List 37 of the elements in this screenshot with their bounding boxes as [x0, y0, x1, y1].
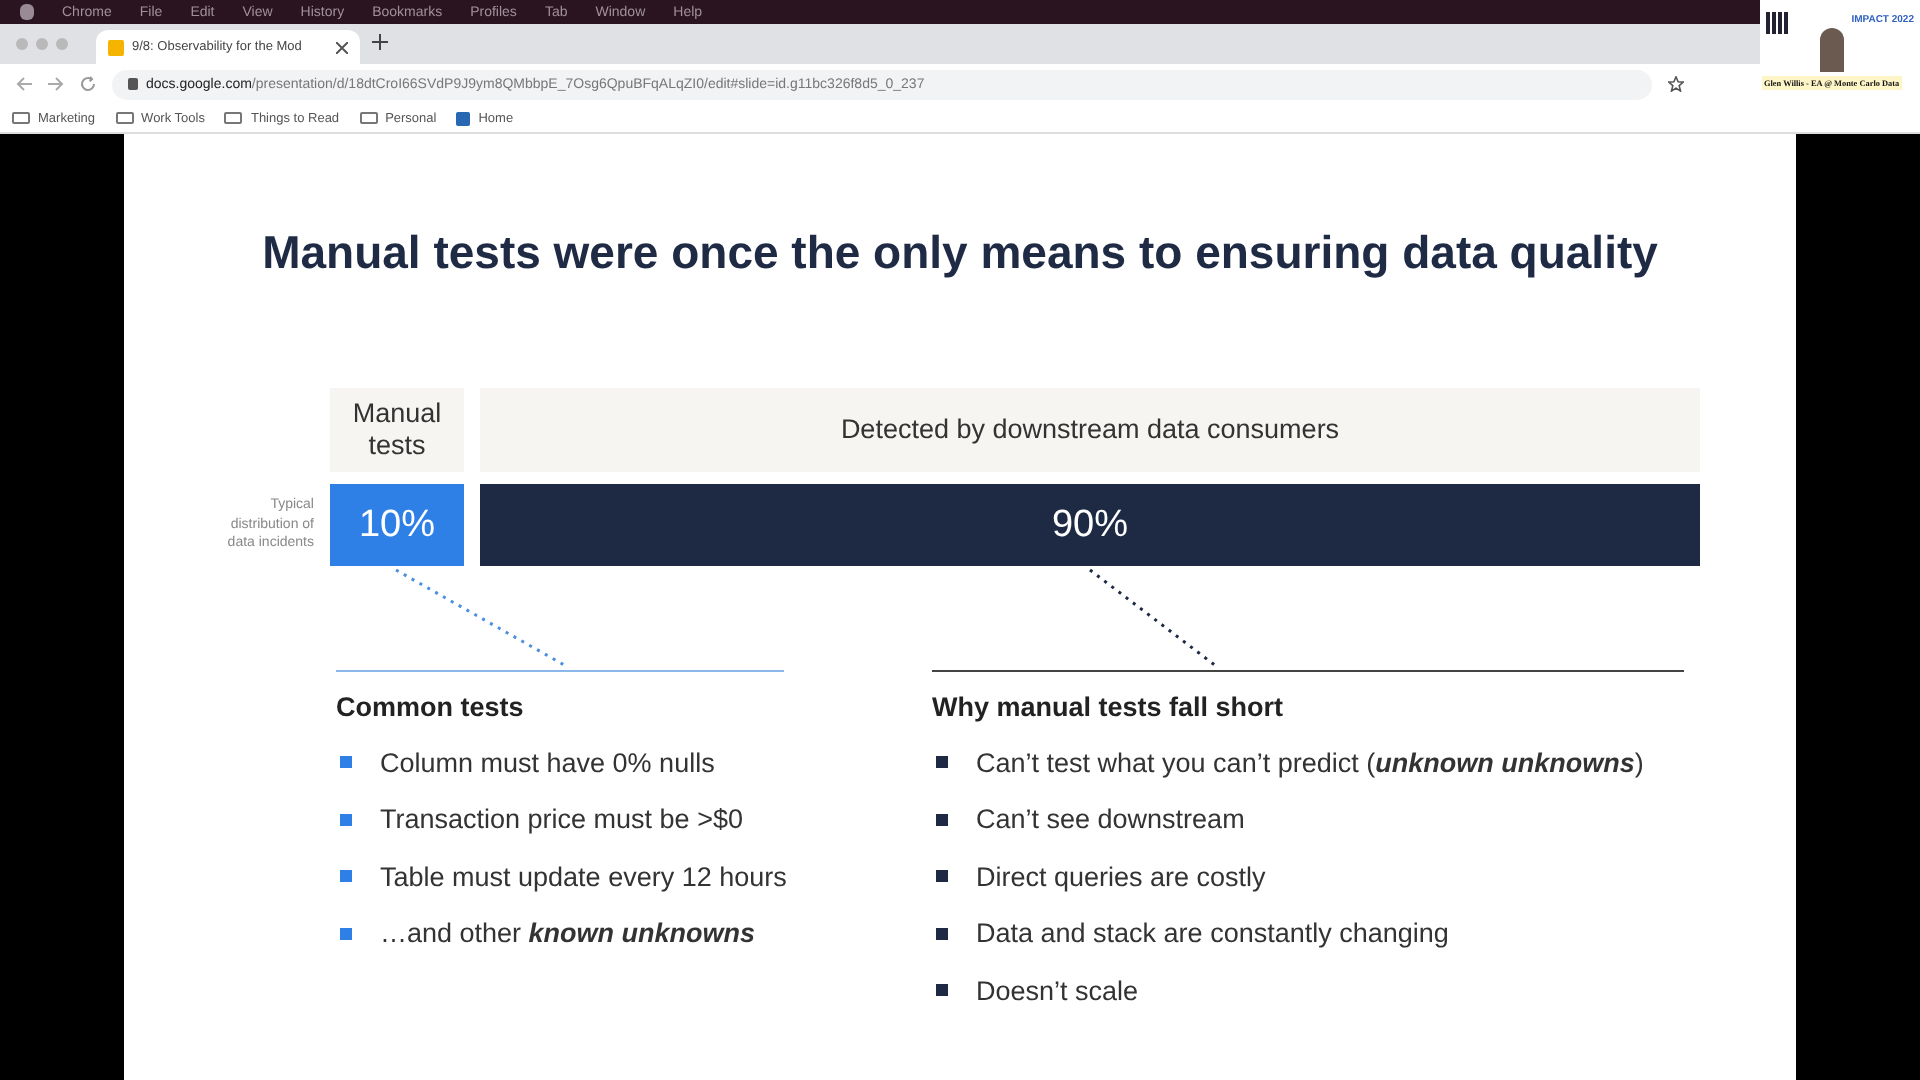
distribution-bar: 10%	[330, 484, 464, 566]
close-icon[interactable]	[336, 41, 348, 53]
bullet-icon	[936, 756, 948, 769]
back-icon[interactable]	[16, 76, 32, 92]
column-heading: Why manual tests fall short	[932, 692, 1286, 722]
bullet-text: Data and stack are constantly changing	[976, 918, 1449, 949]
bullet-icon	[936, 813, 948, 826]
person-silhouette	[1820, 28, 1844, 72]
segment-header: Detected by downstream data consumers	[480, 388, 1700, 472]
column-heading: Common tests	[336, 692, 526, 722]
window-close-button[interactable]	[16, 38, 28, 50]
bullet-text: …and other known unknowns	[380, 918, 756, 949]
window-minimize-button[interactable]	[36, 38, 48, 50]
bullet-text: Transaction price must be >$0	[380, 804, 743, 835]
bullet-icon	[340, 927, 352, 940]
bullet-icon	[936, 870, 948, 883]
bullet-icon	[340, 870, 352, 883]
bullet-text: Column must have 0% nulls	[380, 747, 715, 778]
new-tab-button[interactable]	[372, 34, 388, 50]
window-zoom-button[interactable]	[56, 38, 68, 50]
distribution-bar: 90%	[480, 484, 1700, 566]
forward-icon[interactable]	[48, 76, 64, 92]
segment-header: Manual tests	[330, 388, 464, 472]
bullet-text: Direct queries are costly	[976, 861, 1266, 892]
slides-icon	[108, 39, 124, 55]
leader-line	[1089, 568, 1217, 668]
bullet-icon	[340, 756, 352, 769]
bullet-icon	[340, 813, 352, 826]
bullet-text: Can’t see downstream	[976, 804, 1245, 835]
bullet-text: Doesn’t scale	[976, 975, 1139, 1006]
bullet-icon	[936, 927, 948, 940]
bullet-icon	[936, 984, 948, 997]
reload-icon[interactable]	[80, 76, 96, 92]
star-icon[interactable]	[1668, 76, 1684, 92]
bullet-text: Table must update every 12 hours	[380, 861, 787, 892]
slide-title: Manual tests were once the only means to ensuring data quality	[260, 226, 1660, 280]
bullet-text: Can’t test what you can’t predict (unknown unknowns)	[976, 747, 1644, 778]
